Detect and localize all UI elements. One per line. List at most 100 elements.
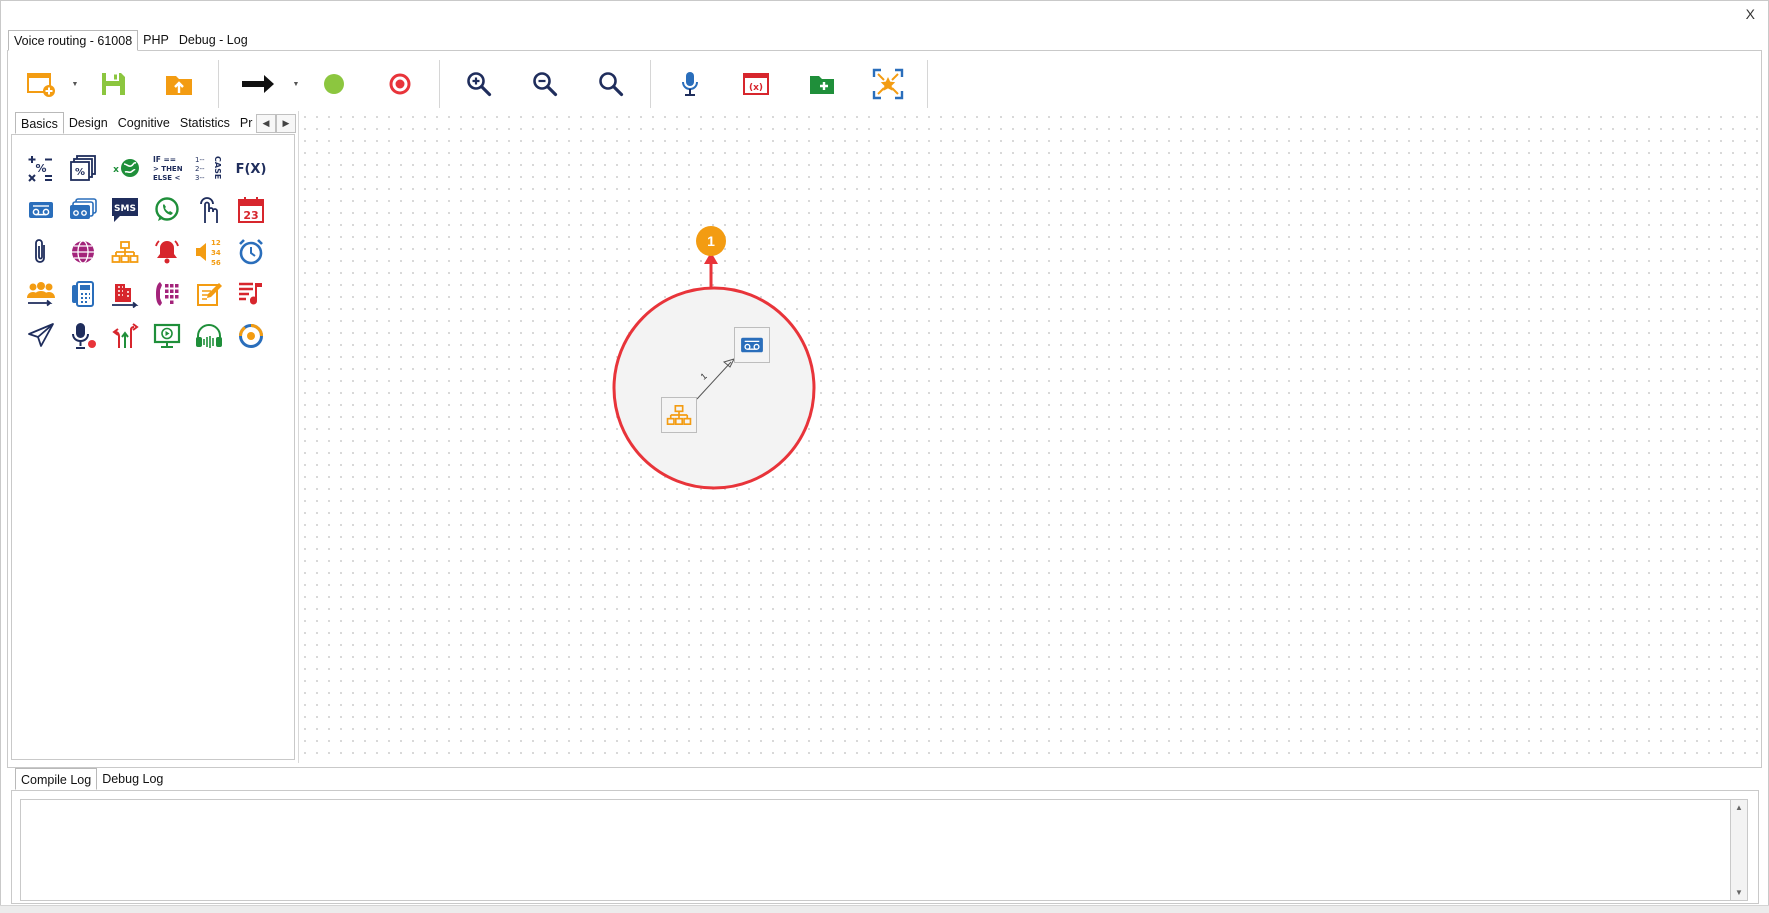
- variables-button[interactable]: (x): [723, 58, 789, 110]
- palette-item-split-arrows[interactable]: [104, 315, 146, 357]
- toolbar-separator: [927, 60, 928, 108]
- sms-icon: SMS: [112, 198, 138, 222]
- tab-debug-log-bottom[interactable]: Debug Log: [97, 768, 168, 790]
- upload-folder-button[interactable]: [146, 58, 212, 110]
- palette-item-progress-ring[interactable]: [230, 315, 272, 357]
- variable-window-icon: (x): [743, 73, 769, 95]
- start-button[interactable]: [301, 58, 367, 110]
- palette-item-calendar[interactable]: 23: [230, 189, 272, 231]
- svg-text:x: x: [113, 165, 119, 175]
- palette-body: % % x IF == > THEN ELSE < 1-- 2-- 3-- CA…: [11, 134, 295, 760]
- palette-item-building[interactable]: [104, 273, 146, 315]
- tab-voice-routing[interactable]: Voice routing - 61008: [8, 30, 139, 51]
- voicemail-node[interactable]: [734, 327, 770, 363]
- palette-scroll-left-button[interactable]: ◀: [256, 114, 276, 133]
- palette-item-voicemail-stack[interactable]: [62, 189, 104, 231]
- palette-item-if-then-else[interactable]: IF == > THEN ELSE <: [146, 147, 188, 189]
- headset-icon: [196, 324, 222, 348]
- svg-text:%: %: [75, 167, 85, 178]
- palette-item-alarm-bell[interactable]: [146, 231, 188, 273]
- microphone-button[interactable]: [657, 58, 723, 110]
- svg-text:%: %: [35, 162, 46, 175]
- tab-compile-log[interactable]: Compile Log: [15, 768, 98, 790]
- top-tab-bar: Voice routing - 61008 PHP Debug - Log: [8, 30, 253, 51]
- palette-tab-statistics[interactable]: Statistics: [175, 112, 235, 134]
- palette-tab-design[interactable]: Design: [64, 112, 113, 134]
- palette-item-send[interactable]: [20, 315, 62, 357]
- search-button[interactable]: [578, 58, 644, 110]
- palette-item-whatsapp[interactable]: [146, 189, 188, 231]
- log-scrollbar[interactable]: ▲ ▼: [1730, 799, 1748, 901]
- folder-add-icon: [810, 76, 834, 94]
- send-paperplane-icon: [28, 323, 54, 347]
- svg-text:ELSE <: ELSE <: [153, 174, 181, 182]
- touch-press-icon: [200, 197, 218, 223]
- tab-debug-log[interactable]: Debug - Log: [174, 30, 253, 51]
- palette-item-percent-stack[interactable]: %: [62, 147, 104, 189]
- log-panel: Compile Log Debug Log ▲ ▼: [11, 768, 1759, 904]
- arrow-dropdown[interactable]: ▼: [291, 58, 301, 110]
- connect-arrow-button[interactable]: [225, 58, 291, 110]
- palette-item-speaker-numbers[interactable]: 12 34 56: [188, 231, 230, 273]
- toolbar: ▼ ▼ (x): [12, 58, 934, 110]
- palette-item-voicemail[interactable]: [20, 189, 62, 231]
- new-window-button[interactable]: [12, 58, 70, 110]
- end-button[interactable]: [367, 58, 433, 110]
- zoom-out-button[interactable]: [512, 58, 578, 110]
- palette-item-case[interactable]: 1-- 2-- 3-- CASE: [188, 147, 230, 189]
- progress-ring-icon: [239, 324, 263, 348]
- save-button[interactable]: [80, 58, 146, 110]
- palette-scroll-right-button[interactable]: ▶: [276, 114, 296, 133]
- palette-item-attachment[interactable]: [20, 231, 62, 273]
- palette-item-sms[interactable]: SMS: [104, 189, 146, 231]
- palette-item-alarm-clock[interactable]: [230, 231, 272, 273]
- palette-item-globe[interactable]: [62, 231, 104, 273]
- flow-canvas[interactable]: 1 1: [298, 111, 1761, 763]
- upload-folder-icon: [166, 76, 192, 95]
- alarm-clock-icon: [239, 239, 263, 265]
- component-palette: Basics Design Cognitive Statistics Pr ◀ …: [11, 112, 296, 760]
- edit-note-icon: [197, 283, 222, 306]
- dialpad-icon: [156, 282, 179, 306]
- svg-text:SMS: SMS: [114, 204, 136, 214]
- svg-text:> THEN: > THEN: [153, 165, 182, 173]
- palette-item-global-variable[interactable]: x: [104, 147, 146, 189]
- add-folder-button[interactable]: [789, 58, 855, 110]
- palette-item-screen-play[interactable]: [146, 315, 188, 357]
- voicemail-icon: [741, 337, 763, 353]
- palette-item-dialpad[interactable]: [146, 273, 188, 315]
- palette-item-phone-directory[interactable]: [62, 273, 104, 315]
- scroll-down-button[interactable]: ▼: [1731, 885, 1747, 900]
- microphone-icon: [682, 72, 698, 96]
- split-arrows-icon: [112, 323, 139, 348]
- palette-tab-cognitive[interactable]: Cognitive: [113, 112, 175, 134]
- svg-text:56: 56: [211, 259, 221, 267]
- palette-item-touch-press[interactable]: [188, 189, 230, 231]
- palette-item-headset[interactable]: [188, 315, 230, 357]
- svg-text:2--: 2--: [195, 165, 205, 173]
- palette-tab-basics[interactable]: Basics: [15, 112, 64, 134]
- log-tab-bar: Compile Log Debug Log: [15, 768, 168, 790]
- palette-item-hierarchy[interactable]: [104, 231, 146, 273]
- hierarchy-node[interactable]: [661, 397, 697, 433]
- palette-item-mic-record[interactable]: [62, 315, 104, 357]
- palette-item-math[interactable]: %: [20, 147, 62, 189]
- scroll-up-button[interactable]: ▲: [1731, 800, 1747, 815]
- tab-php[interactable]: PHP: [138, 30, 174, 51]
- case-icon: 1-- 2-- 3-- CASE: [195, 156, 222, 182]
- svg-text:23: 23: [243, 209, 258, 222]
- zoom-in-button[interactable]: [446, 58, 512, 110]
- new-window-dropdown[interactable]: ▼: [70, 58, 80, 110]
- phone-directory-icon: [72, 281, 94, 307]
- svg-text:12: 12: [211, 239, 221, 247]
- step-badge-number: 1: [707, 233, 715, 249]
- palette-item-function[interactable]: F(X): [230, 147, 272, 189]
- palette-item-queue-users[interactable]: [20, 273, 62, 315]
- palette-tab-more[interactable]: Pr: [235, 112, 258, 134]
- close-button[interactable]: X: [1746, 6, 1755, 22]
- compile-log-textarea[interactable]: [20, 799, 1736, 901]
- palette-item-edit-note[interactable]: [188, 273, 230, 315]
- new-window-icon: [27, 73, 55, 97]
- palette-item-music-playlist[interactable]: [230, 273, 272, 315]
- fit-screen-button[interactable]: [855, 58, 921, 110]
